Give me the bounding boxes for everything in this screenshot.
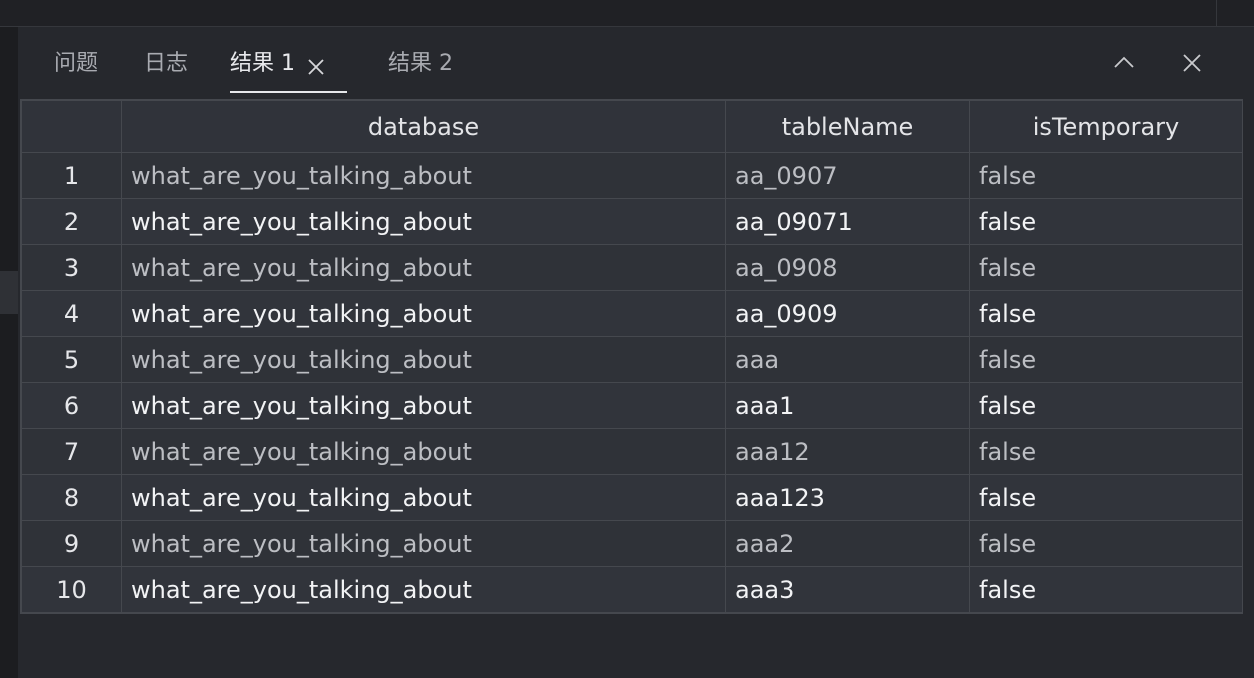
left-gutter xyxy=(0,27,18,678)
header-row: database tableName isTemporary xyxy=(21,100,1243,153)
table-row[interactable]: 3 what_are_you_talking_about aa_0908 fal… xyxy=(21,244,1243,291)
cell-istemporary[interactable]: false xyxy=(969,428,1243,475)
cell-database[interactable]: what_are_you_talking_about xyxy=(121,382,726,429)
tab-result-1[interactable]: 结果 1 xyxy=(230,49,325,79)
cell-database[interactable]: what_are_you_talking_about xyxy=(121,336,726,383)
table-row[interactable]: 5 what_are_you_talking_about aaa false xyxy=(21,336,1243,383)
cell-tablename[interactable]: aaa123 xyxy=(725,474,970,521)
cell-istemporary[interactable]: false xyxy=(969,198,1243,245)
row-number: 7 xyxy=(21,428,122,475)
result-table: database tableName isTemporary 1 what_ar… xyxy=(21,100,1243,613)
cell-database[interactable]: what_are_you_talking_about xyxy=(121,290,726,337)
cell-tablename[interactable]: aa_0907 xyxy=(725,152,970,199)
cell-tablename[interactable]: aaa2 xyxy=(725,520,970,567)
cell-database[interactable]: what_are_you_talking_about xyxy=(121,244,726,291)
cell-tablename[interactable]: aa_09071 xyxy=(725,198,970,245)
cell-tablename[interactable]: aa_0908 xyxy=(725,244,970,291)
divider xyxy=(1216,0,1217,26)
tab-result-2[interactable]: 结果 2 xyxy=(388,49,453,79)
row-number: 2 xyxy=(21,198,122,245)
editor-top-strip xyxy=(0,0,1254,27)
table-row[interactable]: 8 what_are_you_talking_about aaa123 fals… xyxy=(21,474,1243,521)
column-header-tablename[interactable]: tableName xyxy=(725,100,970,153)
tab-problems[interactable]: 问题 xyxy=(54,49,98,79)
column-header-index[interactable] xyxy=(21,100,122,153)
bottom-panel: 问题 日志 结果 1 结果 2 database tableName isTem… xyxy=(18,27,1254,678)
table-row[interactable]: 6 what_are_you_talking_about aaa1 false xyxy=(21,382,1243,429)
cell-database[interactable]: what_are_you_talking_about xyxy=(121,520,726,567)
cell-database[interactable]: what_are_you_talking_about xyxy=(121,428,726,475)
row-number: 1 xyxy=(21,152,122,199)
row-number: 4 xyxy=(21,290,122,337)
row-number: 10 xyxy=(21,566,122,613)
tab-log[interactable]: 日志 xyxy=(144,49,188,79)
close-icon[interactable] xyxy=(307,55,325,75)
table-row[interactable]: 2 what_are_you_talking_about aa_09071 fa… xyxy=(21,198,1243,245)
table-row[interactable]: 7 what_are_you_talking_about aaa12 false xyxy=(21,428,1243,475)
chevron-up-icon[interactable] xyxy=(1110,49,1138,77)
table-row[interactable]: 9 what_are_you_talking_about aaa2 false xyxy=(21,520,1243,567)
cell-database[interactable]: what_are_you_talking_about xyxy=(121,152,726,199)
panel-tab-bar: 问题 日志 结果 1 结果 2 xyxy=(18,27,1254,99)
cell-database[interactable]: what_are_you_talking_about xyxy=(121,474,726,521)
cell-database[interactable]: what_are_you_talking_about xyxy=(121,198,726,245)
cell-istemporary[interactable]: false xyxy=(969,290,1243,337)
column-header-database[interactable]: database xyxy=(121,100,726,153)
cell-istemporary[interactable]: false xyxy=(969,152,1243,199)
cell-istemporary[interactable]: false xyxy=(969,336,1243,383)
table-row[interactable]: 10 what_are_you_talking_about aaa3 false xyxy=(21,566,1243,613)
cell-tablename[interactable]: aaa xyxy=(725,336,970,383)
cell-tablename[interactable]: aaa12 xyxy=(725,428,970,475)
row-number: 8 xyxy=(21,474,122,521)
cell-istemporary[interactable]: false xyxy=(969,474,1243,521)
row-number: 6 xyxy=(21,382,122,429)
column-header-istemporary[interactable]: isTemporary xyxy=(969,100,1243,153)
row-number: 9 xyxy=(21,520,122,567)
table-row[interactable]: 4 what_are_you_talking_about aa_0909 fal… xyxy=(21,290,1243,337)
cell-istemporary[interactable]: false xyxy=(969,520,1243,567)
cell-istemporary[interactable]: false xyxy=(969,566,1243,613)
gutter-marker xyxy=(0,271,18,314)
table-row[interactable]: 1 what_are_you_talking_about aa_0907 fal… xyxy=(21,152,1243,199)
row-number: 5 xyxy=(21,336,122,383)
active-tab-indicator xyxy=(230,91,347,93)
tab-result-1-label: 结果 1 xyxy=(230,51,295,76)
cell-database[interactable]: what_are_you_talking_about xyxy=(121,566,726,613)
cell-istemporary[interactable]: false xyxy=(969,244,1243,291)
cell-tablename[interactable]: aaa3 xyxy=(725,566,970,613)
cell-tablename[interactable]: aaa1 xyxy=(725,382,970,429)
result-grid: database tableName isTemporary 1 what_ar… xyxy=(20,99,1243,614)
close-icon[interactable] xyxy=(1178,49,1206,77)
cell-tablename[interactable]: aa_0909 xyxy=(725,290,970,337)
row-number: 3 xyxy=(21,244,122,291)
cell-istemporary[interactable]: false xyxy=(969,382,1243,429)
